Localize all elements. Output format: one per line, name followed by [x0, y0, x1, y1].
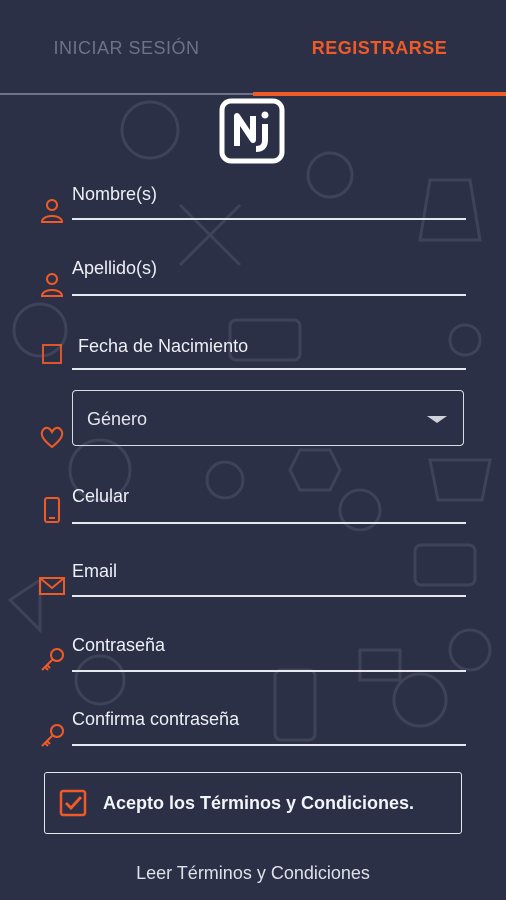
key-icon [41, 724, 64, 747]
chevron-down-icon [427, 416, 447, 423]
last-name-label: Apellido(s) [72, 258, 158, 278]
user-icon [40, 273, 64, 297]
user-icon [40, 199, 64, 223]
accept-terms-checkbox[interactable]: Acepto los Términos y Condiciones. [44, 772, 462, 834]
confirm-password-label: Confirma contraseña [72, 709, 240, 729]
email-label: Email [72, 561, 118, 581]
first-name-label: Nombre(s) [72, 184, 158, 204]
tab-login[interactable]: INICIAR SESIÓN [0, 0, 253, 96]
gender-select-value: Género [87, 409, 148, 429]
tab-register[interactable]: REGISTRARSE [253, 0, 506, 96]
password-label: Contraseña [72, 635, 166, 655]
last-name-underline [72, 294, 466, 296]
read-terms-link[interactable]: Leer Términos y Condiciones [0, 863, 506, 884]
phone-icon [44, 497, 60, 523]
birth-date-label: Fecha de Nacimiento [78, 336, 249, 356]
password-underline [72, 670, 466, 672]
phone-underline [72, 522, 466, 524]
active-tab-indicator [253, 92, 506, 96]
nj-logo [219, 98, 285, 164]
key-icon [41, 648, 64, 671]
email-underline [72, 595, 466, 597]
phone-label: Celular [72, 486, 130, 506]
confirm-password-underline [72, 744, 466, 746]
checkbox-checked-icon [59, 789, 87, 817]
accept-terms-label: Acepto los Términos y Condiciones. [103, 793, 415, 813]
birth-date-underline [72, 368, 466, 370]
gender-select[interactable]: Género [72, 390, 464, 446]
first-name-underline [72, 218, 466, 220]
envelope-icon [39, 577, 65, 595]
auth-tabs: INICIAR SESIÓN REGISTRARSE [0, 0, 506, 96]
calendar-icon [42, 344, 62, 364]
tab-divider [0, 93, 253, 95]
heart-icon [40, 426, 64, 449]
